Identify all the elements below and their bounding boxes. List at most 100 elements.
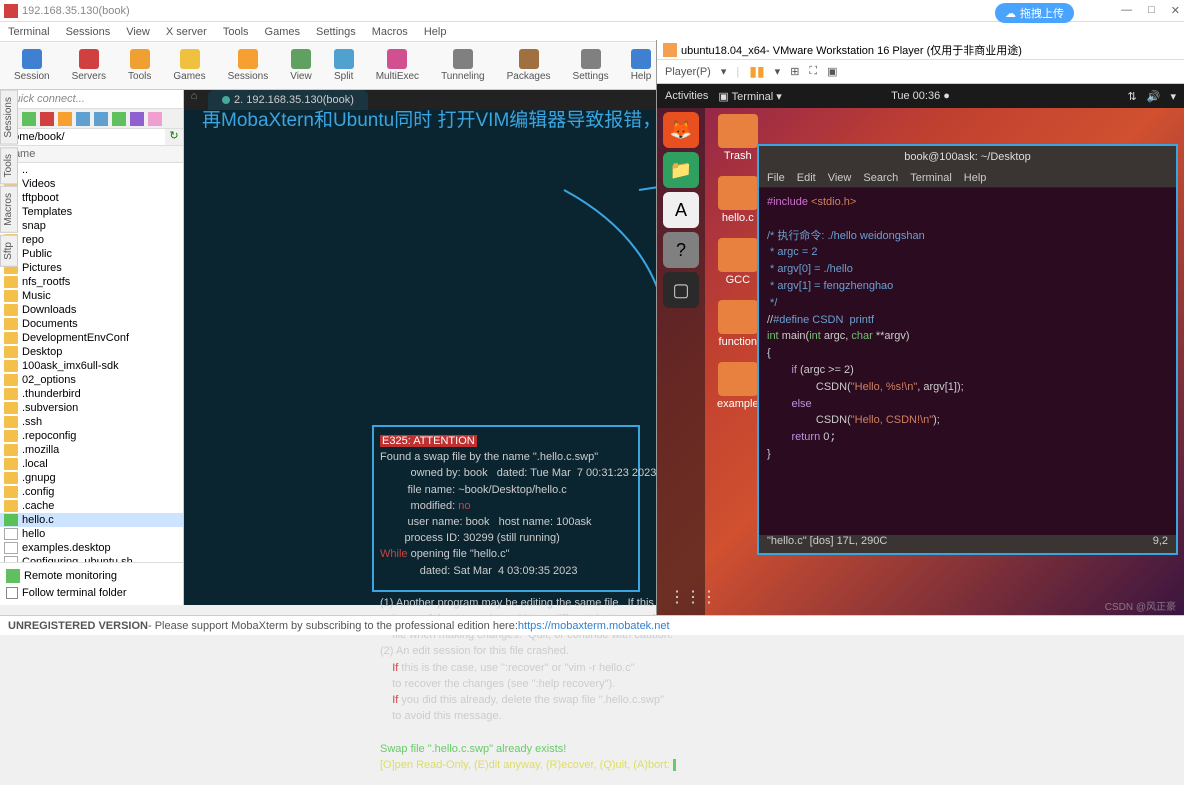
- upload-icon[interactable]: [112, 112, 126, 126]
- toolbar-settings[interactable]: Settings: [563, 47, 619, 84]
- file-item[interactable]: Downloads: [0, 303, 183, 317]
- network-icon[interactable]: ⇅: [1128, 90, 1137, 103]
- file-item[interactable]: nfs_rootfs: [0, 275, 183, 289]
- maximize-button[interactable]: □: [1148, 4, 1155, 17]
- file-item[interactable]: Music: [0, 289, 183, 303]
- desktop-gcc[interactable]: GCC: [717, 238, 759, 286]
- remote-monitoring[interactable]: Remote monitoring: [4, 567, 179, 585]
- power-icon[interactable]: ▾: [1170, 90, 1176, 103]
- sidetab-tools[interactable]: Tools: [0, 147, 18, 184]
- file-item[interactable]: hello: [0, 527, 183, 541]
- player-menu[interactable]: Player(P): [665, 66, 711, 78]
- home-icon[interactable]: [58, 112, 72, 126]
- gedit-menu-file[interactable]: File: [767, 172, 785, 184]
- toolbar-packages[interactable]: Packages: [497, 47, 561, 84]
- file-item[interactable]: 100ask_imx6ull-sdk: [0, 359, 183, 373]
- dock-terminal-icon[interactable]: ▢: [663, 272, 699, 308]
- activities-button[interactable]: Activities: [665, 90, 708, 102]
- menu-tools[interactable]: Tools: [223, 26, 249, 38]
- file-item[interactable]: .subversion: [0, 401, 183, 415]
- file-item[interactable]: .config: [0, 485, 183, 499]
- file-item[interactable]: examples.desktop: [0, 541, 183, 555]
- close-button[interactable]: ✕: [1171, 4, 1180, 17]
- dock-files-icon[interactable]: 📁: [663, 152, 699, 188]
- file-header-name[interactable]: Name: [0, 146, 183, 163]
- file-item[interactable]: hello.c: [0, 513, 183, 527]
- terminal-tab[interactable]: 2. 192.168.35.130(book): [208, 90, 368, 110]
- minimize-button[interactable]: —: [1121, 4, 1132, 17]
- app-grid-icon[interactable]: ⋮⋮⋮: [669, 587, 717, 607]
- settings-icon[interactable]: [148, 112, 162, 126]
- path-go-button[interactable]: ↻: [165, 129, 183, 145]
- toolbar-tools[interactable]: Tools: [118, 47, 161, 84]
- file-item[interactable]: .gnupg: [0, 471, 183, 485]
- menu-view[interactable]: View: [126, 26, 150, 38]
- gedit-menu-help[interactable]: Help: [964, 172, 987, 184]
- delete-icon[interactable]: [40, 112, 54, 126]
- path-input[interactable]: [0, 129, 165, 145]
- file-item[interactable]: Desktop: [0, 345, 183, 359]
- view-icon[interactable]: [130, 112, 144, 126]
- file-item[interactable]: .thunderbird: [0, 387, 183, 401]
- toolbar-sessions[interactable]: Sessions: [218, 47, 279, 84]
- toolbar-tunneling[interactable]: Tunneling: [431, 47, 495, 84]
- file-item[interactable]: 02_options: [0, 373, 183, 387]
- file-item[interactable]: repo: [0, 233, 183, 247]
- sidetab-macros[interactable]: Macros: [0, 186, 18, 233]
- file-item[interactable]: Videos: [0, 177, 183, 191]
- clock[interactable]: Tue 00:36 ●: [891, 90, 950, 102]
- file-item[interactable]: .repoconfig: [0, 429, 183, 443]
- file-item[interactable]: Pictures: [0, 261, 183, 275]
- desktop-hello.c[interactable]: hello.c: [717, 176, 759, 224]
- menu-macros[interactable]: Macros: [372, 26, 408, 38]
- dock-firefox-icon[interactable]: 🦊: [663, 112, 699, 148]
- sidetab-sessions[interactable]: Sessions: [0, 90, 18, 145]
- toolbar-multiexec[interactable]: MultiExec: [366, 47, 429, 84]
- gedit-menu-view[interactable]: View: [828, 172, 852, 184]
- terminal-menu[interactable]: ▣ Terminal ▾: [718, 90, 781, 103]
- file-item[interactable]: Documents: [0, 317, 183, 331]
- file-item[interactable]: Templates: [0, 205, 183, 219]
- menu-sessions[interactable]: Sessions: [66, 26, 111, 38]
- file-item[interactable]: tftpboot: [0, 191, 183, 205]
- pause-button[interactable]: ▮▮: [749, 63, 764, 80]
- gedit-menu-search[interactable]: Search: [863, 172, 898, 184]
- toolbar-servers[interactable]: Servers: [62, 47, 116, 84]
- sound-icon[interactable]: 🔊: [1147, 90, 1161, 103]
- file-item[interactable]: DevelopmentEnvConf: [0, 331, 183, 345]
- file-item[interactable]: Public: [0, 247, 183, 261]
- send-keys-icon[interactable]: ⊞: [790, 65, 799, 78]
- menu-xserver[interactable]: X server: [166, 26, 207, 38]
- file-item[interactable]: ..: [0, 163, 183, 177]
- gedit-menu-edit[interactable]: Edit: [797, 172, 816, 184]
- menu-terminal[interactable]: Terminal: [8, 26, 50, 38]
- mobaxterm-link[interactable]: https://mobaxterm.mobatek.net: [518, 620, 670, 632]
- menu-settings[interactable]: Settings: [316, 26, 356, 38]
- toolbar-view[interactable]: View: [280, 47, 322, 84]
- dock-software-icon[interactable]: A: [663, 192, 699, 228]
- toolbar-session[interactable]: Session: [4, 47, 60, 84]
- toolbar-split[interactable]: Split: [324, 47, 364, 84]
- gedit-content[interactable]: #include <stdio.h> /* 执行命令: ./hello weid…: [759, 188, 1176, 535]
- gedit-menu-terminal[interactable]: Terminal: [910, 172, 952, 184]
- tab-home-icon[interactable]: ⌂: [184, 90, 204, 110]
- file-item[interactable]: snap: [0, 219, 183, 233]
- follow-terminal-checkbox[interactable]: Follow terminal folder: [4, 585, 179, 601]
- new-icon[interactable]: [76, 112, 90, 126]
- file-item[interactable]: .mozilla: [0, 443, 183, 457]
- menu-games[interactable]: Games: [265, 26, 300, 38]
- quick-connect[interactable]: Quick connect...: [0, 90, 183, 109]
- unity-icon[interactable]: ▣: [827, 65, 837, 78]
- file-item[interactable]: .cache: [0, 499, 183, 513]
- toolbar-games[interactable]: Games: [163, 47, 215, 84]
- fullscreen-icon[interactable]: ⛶: [809, 65, 817, 78]
- desktop-trash[interactable]: Trash: [717, 114, 759, 162]
- upload-button[interactable]: ☁ 拖拽上传: [995, 3, 1074, 23]
- file-item[interactable]: .local: [0, 457, 183, 471]
- file-item[interactable]: Configuring_ubuntu.sh: [0, 555, 183, 562]
- menu-help[interactable]: Help: [424, 26, 447, 38]
- download-icon[interactable]: [94, 112, 108, 126]
- desktop-example[interactable]: example: [717, 362, 759, 410]
- dock-help-icon[interactable]: ?: [663, 232, 699, 268]
- file-item[interactable]: .ssh: [0, 415, 183, 429]
